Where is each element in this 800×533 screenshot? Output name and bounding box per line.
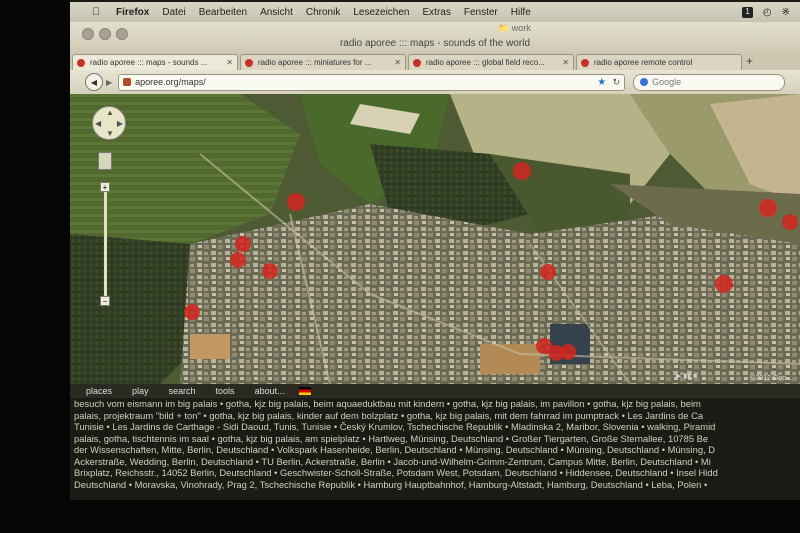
window-title: radio aporee ::: maps - sounds of the wo… <box>339 38 531 49</box>
street-view-pegman-icon[interactable] <box>98 152 112 170</box>
menu-hilfe[interactable]: Hilfe <box>511 7 531 18</box>
nav-play[interactable]: play <box>132 386 149 396</box>
menu-firefox[interactable]: Firefox <box>116 7 149 18</box>
tab-favicon-icon <box>77 58 85 67</box>
tab-maps[interactable]: radio aporee ::: maps - sounds ... ✕ <box>72 54 238 70</box>
places-line[interactable]: Ackerstraße, Wedding, Berlin, Deutschlan… <box>74 456 796 468</box>
folder-icon: 📁 <box>498 23 510 33</box>
sound-marker[interactable] <box>513 162 531 180</box>
menu-datei[interactable]: Datei <box>162 7 185 18</box>
sound-marker[interactable] <box>715 275 733 293</box>
places-line[interactable]: der Wissenschaften, Mitte, Berlin, Deuts… <box>74 444 796 456</box>
nav-search[interactable]: search <box>169 386 196 396</box>
tab-label: radio aporee remote control <box>594 58 693 67</box>
tab-miniatures[interactable]: radio aporee ::: miniatures for ... ✕ <box>240 54 406 70</box>
menu-chronik[interactable]: Chronik <box>306 7 340 18</box>
zoom-out-button[interactable]: − <box>100 296 110 306</box>
sound-marker[interactable] <box>184 304 200 320</box>
tab-remote-control[interactable]: radio aporee remote control <box>576 54 742 70</box>
map-copyright: ©2012 Goo... <box>750 375 792 382</box>
tab-strip: radio aporee ::: maps - sounds ... ✕ rad… <box>70 52 800 70</box>
menu-bar:  Firefox Datei Bearbeiten Ansicht Chron… <box>70 2 800 22</box>
map-zoom-control: + − <box>98 152 112 312</box>
menu-bearbeiten[interactable]: Bearbeiten <box>199 7 247 18</box>
tab-favicon-icon <box>245 58 253 67</box>
new-tab-button[interactable]: + <box>746 54 753 68</box>
menu-lesezeichen[interactable]: Lesezeichen <box>353 7 409 18</box>
url-text[interactable]: aporee.org/maps/ <box>135 77 206 87</box>
nav-places[interactable]: places <box>86 386 112 396</box>
navigation-toolbar: ◀ ▶ aporee.org/maps/ ★ ↻ Google <box>70 70 800 94</box>
nav-about[interactable]: about... <box>255 386 285 396</box>
sound-marker[interactable] <box>540 264 556 280</box>
menu-ansicht[interactable]: Ansicht <box>260 7 293 18</box>
panel-navigation: places play search tools about... <box>70 384 800 398</box>
pan-down-icon[interactable]: ▼ <box>106 129 114 138</box>
sound-marker[interactable] <box>235 236 251 252</box>
menu-extras[interactable]: Extras <box>423 7 451 18</box>
places-list: besuch vom eismann im big palais • gotha… <box>70 398 800 500</box>
search-placeholder: Google <box>652 77 682 87</box>
tab-label: radio aporee ::: global field reco... <box>426 58 545 67</box>
status-badge[interactable]: 1 <box>742 6 753 18</box>
reload-icon[interactable]: ↻ <box>613 77 621 88</box>
places-line[interactable]: palais, projektraum "bild + ton" • gotha… <box>74 410 796 422</box>
tab-label: radio aporee ::: miniatures for ... <box>258 58 372 67</box>
menubar-status-area: 1 ◴ ※ <box>742 6 790 18</box>
audio-player-controls[interactable]: ▶ ▮▮ ■ <box>676 372 697 380</box>
apple-icon[interactable]:  <box>92 6 104 18</box>
tab-label: radio aporee ::: maps - sounds ... <box>90 58 208 67</box>
back-button[interactable]: ◀ <box>85 73 103 91</box>
places-line[interactable]: besuch vom eismann im big palais • gotha… <box>74 398 796 410</box>
zoom-slider-track[interactable] <box>104 192 107 296</box>
close-tab-icon[interactable]: ✕ <box>394 58 401 67</box>
sound-marker[interactable] <box>560 344 576 360</box>
tab-field-recordings[interactable]: radio aporee ::: global field reco... ✕ <box>408 54 574 70</box>
search-input[interactable]: Google <box>633 73 786 91</box>
pan-up-icon[interactable]: ▲ <box>106 108 114 117</box>
folder-label: work <box>511 23 531 33</box>
places-line[interactable]: Tunisie • Les Jardins de Carthage - Sidi… <box>74 421 796 433</box>
close-tab-icon[interactable]: ✕ <box>226 58 233 67</box>
time-machine-icon[interactable]: ◴ <box>763 7 772 18</box>
sound-marker[interactable] <box>782 214 798 230</box>
sound-marker[interactable] <box>262 263 278 279</box>
satellite-map-image[interactable] <box>70 94 800 384</box>
tab-favicon-icon <box>581 58 589 67</box>
sound-marker[interactable] <box>287 193 305 211</box>
german-flag-icon[interactable] <box>298 387 311 395</box>
pan-right-icon[interactable]: ▶ <box>117 119 123 128</box>
google-icon <box>640 78 649 86</box>
window-titlebar: 📁 work radio aporee ::: maps - sounds of… <box>70 22 800 52</box>
zoom-in-button[interactable]: + <box>100 182 110 192</box>
places-line[interactable]: Deutschland • Moravska, Vinohrady, Prag … <box>74 479 796 491</box>
menu-fenster[interactable]: Fenster <box>464 7 498 18</box>
map-pan-control[interactable]: ▲ ▼ ◀ ▶ <box>92 106 126 140</box>
bluetooth-icon[interactable]: ※ <box>782 7 790 18</box>
screen:  Firefox Datei Bearbeiten Ansicht Chron… <box>70 0 800 500</box>
url-bar[interactable]: aporee.org/maps/ ★ ↻ <box>118 73 626 91</box>
nav-tools[interactable]: tools <box>216 386 235 396</box>
forward-button[interactable]: ▶ <box>106 78 112 87</box>
places-line[interactable]: palais, gotha, tischtennis im saal • got… <box>74 433 796 445</box>
sound-marker[interactable] <box>230 252 246 268</box>
sound-marker[interactable] <box>759 199 777 217</box>
pan-left-icon[interactable]: ◀ <box>95 119 101 128</box>
tab-favicon-icon <box>413 58 421 67</box>
map-view[interactable]: ▲ ▼ ◀ ▶ + − ▶ ▮▮ ■ ©2012 Goo... <box>70 94 800 384</box>
bookmark-star-icon[interactable]: ★ <box>597 77 606 88</box>
folder-title: 📁 work <box>498 23 531 34</box>
site-favicon-icon <box>123 78 132 86</box>
places-line[interactable]: Brixplatz, Reichsstr., 14052 Berlin, Deu… <box>74 467 796 479</box>
close-tab-icon[interactable]: ✕ <box>562 58 569 67</box>
